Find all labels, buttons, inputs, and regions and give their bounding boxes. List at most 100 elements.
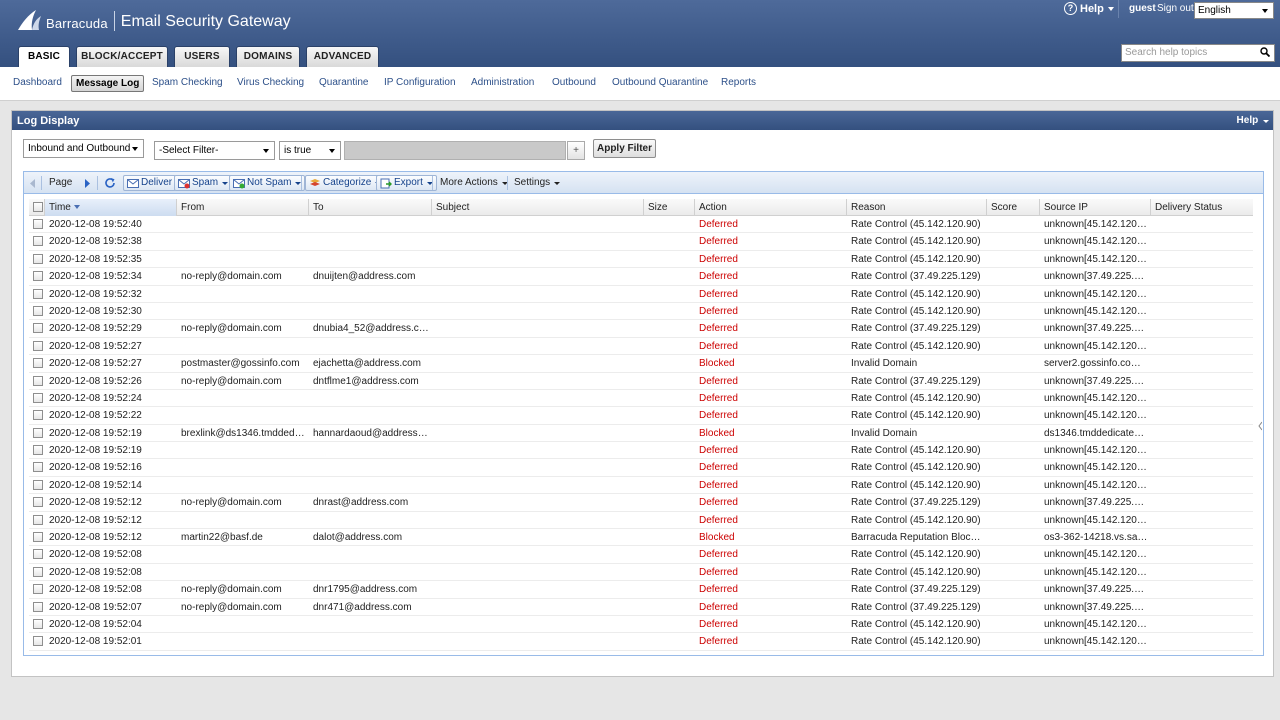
table-row[interactable]: 2020-12-08 19:52:04 Deferred Rate Control … [29, 616, 1253, 634]
cell-reason: Barracuda Reputation Blocklist ... [851, 532, 983, 544]
row-checkbox[interactable] [33, 549, 43, 560]
export-button[interactable]: Export [376, 175, 437, 191]
row-checkbox[interactable] [33, 445, 43, 456]
subnav-spam-checking[interactable]: Spam Checking [152, 77, 223, 88]
table-row[interactable]: 2020-12-08 19:52:12 no-reply@domain.com dn… [29, 494, 1253, 512]
table-row[interactable]: 2020-12-08 19:52:32 Deferred Rate Control … [29, 286, 1253, 303]
subnav-outbound[interactable]: Outbound [552, 77, 596, 88]
table-row[interactable]: 2020-12-08 19:52:12 Deferred Rate Control … [29, 512, 1253, 530]
table-row[interactable]: 2020-12-08 19:52:34 no-reply@domain.com dn… [29, 268, 1253, 286]
panel-help-menu[interactable]: Help [1237, 115, 1269, 126]
row-checkbox[interactable] [33, 584, 43, 595]
table-row[interactable]: 2020-12-08 19:52:35 Deferred Rate Control … [29, 251, 1253, 269]
table-row[interactable]: 2020-12-08 19:52:19 Deferred Rate Control … [29, 442, 1253, 460]
table-row[interactable]: 2020-12-08 19:52:07 no-reply@domain.com dn… [29, 599, 1253, 616]
table-row[interactable]: 2020-12-08 19:52:14 Deferred Rate Control … [29, 477, 1253, 495]
subnav-reports[interactable]: Reports [721, 77, 756, 88]
subnav-virus-checking[interactable]: Virus Checking [237, 77, 304, 88]
apply-filter-button[interactable]: Apply Filter [593, 139, 656, 158]
row-checkbox[interactable] [33, 323, 43, 334]
settings-button[interactable]: Settings [514, 175, 561, 191]
row-checkbox[interactable] [33, 288, 43, 299]
column-header-size[interactable]: Size [644, 199, 695, 216]
tab-basic[interactable]: BASIC [18, 46, 70, 68]
direction-select[interactable]: Inbound and Outbound [23, 139, 144, 158]
table-row[interactable]: 2020-12-08 19:52:38 Deferred Rate Control … [29, 233, 1253, 251]
filter-value-input[interactable] [344, 141, 566, 160]
table-row[interactable]: 2020-12-08 19:52:29 no-reply@domain.com dn… [29, 320, 1253, 338]
subnav-dashboard[interactable]: Dashboard [13, 77, 62, 88]
prev-page-button[interactable] [30, 175, 36, 191]
table-row[interactable]: 2020-12-08 19:52:30 Deferred Rate Control … [29, 303, 1253, 321]
table-row[interactable]: 2020-12-08 19:52:19 brexlink@ds1346.tmdde… [29, 425, 1253, 443]
next-page-button[interactable] [85, 175, 91, 191]
column-header-delivery-status[interactable]: Delivery Status [1151, 199, 1253, 216]
row-checkbox[interactable] [33, 358, 43, 369]
deliver-button[interactable]: Deliver [123, 175, 177, 191]
table-row[interactable]: 2020-12-08 19:52:27 postmaster@gossinfo.c… [29, 355, 1253, 373]
table-row[interactable]: 2020-12-08 19:52:16 Deferred Rate Control … [29, 459, 1253, 477]
table-row[interactable]: 2020-12-08 19:52:26 no-reply@domain.com dn… [29, 373, 1253, 390]
column-header-score[interactable]: Score [987, 199, 1040, 216]
language-select[interactable]: English [1194, 2, 1274, 19]
row-checkbox[interactable] [33, 479, 43, 490]
row-checkbox[interactable] [33, 532, 43, 543]
spam-button[interactable]: Spam [174, 175, 233, 191]
table-row[interactable]: 2020-12-08 19:52:12 martin22@basf.de dalot… [29, 529, 1253, 547]
subnav-message-log[interactable]: Message Log [71, 75, 145, 92]
row-checkbox[interactable] [33, 636, 43, 647]
row-checkbox[interactable] [33, 566, 43, 577]
help-menu[interactable]: ? Help [1064, 2, 1114, 15]
tab-advanced[interactable]: ADVANCED [306, 46, 379, 67]
row-checkbox[interactable] [33, 618, 43, 629]
column-header-to[interactable]: To [309, 199, 432, 216]
table-row[interactable]: 2020-12-08 19:52:40 Deferred Rate Control … [29, 216, 1253, 234]
help-search-input[interactable]: Search help topics [1121, 44, 1275, 62]
table-row[interactable]: 2020-12-08 19:52:24 Deferred Rate Control … [29, 390, 1253, 408]
column-header-action[interactable]: Action [695, 199, 847, 216]
table-row[interactable]: 2020-12-08 19:52:22 Deferred Rate Control … [29, 407, 1253, 425]
row-checkbox[interactable] [33, 601, 43, 612]
column-header-reason[interactable]: Reason [847, 199, 987, 216]
row-checkbox[interactable] [33, 271, 43, 282]
column-header-subject[interactable]: Subject [432, 199, 644, 216]
tab-domains[interactable]: DOMAINS [236, 46, 300, 67]
categorize-button[interactable]: Categorize [305, 175, 386, 191]
table-row[interactable]: 2020-12-08 19:52:08 no-reply@domain.com dn… [29, 581, 1253, 599]
not-spam-button[interactable]: Not Spam [229, 175, 306, 191]
row-checkbox[interactable] [33, 462, 43, 473]
subnav-quarantine[interactable]: Quarantine [319, 77, 368, 88]
column-header-source-ip[interactable]: Source IP [1040, 199, 1151, 216]
row-checkbox[interactable] [33, 236, 43, 247]
subnav-administration[interactable]: Administration [471, 77, 534, 88]
subnav-ip-configuration[interactable]: IP Configuration [384, 77, 456, 88]
row-checkbox[interactable] [33, 410, 43, 421]
more-actions-button[interactable]: More Actions [440, 175, 508, 191]
row-checkbox[interactable] [33, 305, 43, 316]
filter-operator-select[interactable]: is true [279, 141, 341, 160]
row-checkbox[interactable] [33, 253, 43, 264]
row-checkbox[interactable] [33, 497, 43, 508]
subnav-outbound-quarantine[interactable]: Outbound Quarantine [612, 77, 708, 88]
table-row[interactable]: 2020-12-08 19:52:08 Deferred Rate Control … [29, 546, 1253, 564]
tab-block-accept[interactable]: BLOCK/ACCEPT [76, 46, 168, 67]
select-all-checkbox[interactable] [33, 202, 43, 212]
search-icon[interactable] [1260, 47, 1270, 57]
table-row[interactable]: 2020-12-08 19:52:08 Deferred Rate Control … [29, 564, 1253, 582]
table-row[interactable]: 2020-12-08 19:52:01 Deferred Rate Control … [29, 633, 1253, 651]
filter-field-select[interactable]: -Select Filter- [154, 141, 275, 160]
tab-users[interactable]: USERS [174, 46, 230, 67]
collapse-handle-icon[interactable] [1258, 420, 1262, 432]
refresh-button[interactable] [104, 175, 116, 191]
column-header-from[interactable]: From [177, 199, 309, 216]
column-header-time[interactable]: Time [45, 199, 177, 216]
table-row[interactable]: 2020-12-08 19:52:27 Deferred Rate Control … [29, 338, 1253, 356]
add-filter-button[interactable]: + [567, 141, 585, 160]
row-checkbox[interactable] [33, 340, 43, 351]
row-checkbox[interactable] [33, 427, 43, 438]
row-checkbox[interactable] [33, 219, 43, 229]
row-checkbox[interactable] [33, 514, 43, 525]
row-checkbox[interactable] [33, 375, 43, 386]
sign-out-link[interactable]: Sign out [1157, 3, 1194, 14]
row-checkbox[interactable] [33, 392, 43, 403]
